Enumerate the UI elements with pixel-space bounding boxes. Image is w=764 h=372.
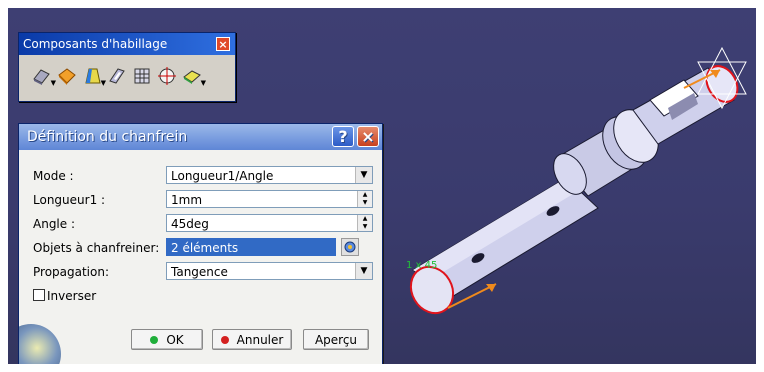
help-icon: ?	[338, 127, 348, 146]
length-spinner-icon[interactable]: ▲ ▼	[357, 191, 372, 207]
mode-value: Longueur1/Angle	[171, 169, 274, 183]
thread-icon	[158, 67, 176, 85]
thickness-button[interactable]	[131, 65, 153, 87]
chevron-down-icon[interactable]: ▼	[355, 263, 372, 279]
shell-icon	[109, 68, 125, 84]
shell-button[interactable]	[106, 65, 128, 87]
green-dot-icon	[150, 336, 159, 344]
cancel-button[interactable]: Annuler	[212, 329, 292, 350]
propagation-dropdown[interactable]: Tangence ▼	[166, 262, 373, 280]
length-input[interactable]: 1mm ▲ ▼	[166, 190, 373, 208]
propagation-label: Propagation:	[33, 265, 110, 279]
help-button[interactable]: ?	[332, 126, 354, 147]
dialog-title: Définition du chanfrein	[27, 129, 188, 145]
dimension-label: 1 x 45	[406, 260, 438, 271]
preview-button[interactable]: Aperçu	[303, 329, 369, 350]
toolbar-close-button[interactable]: ×	[216, 37, 230, 51]
preview-label: Aperçu	[314, 333, 358, 347]
mode-dropdown[interactable]: Longueur1/Angle ▼	[166, 166, 373, 184]
objects-label: Objets à chanfreiner:	[33, 241, 160, 255]
length-label: Longueur1 :	[33, 193, 106, 207]
close-icon: ×	[218, 38, 228, 51]
length-value: 1mm	[171, 193, 203, 207]
fillet-button[interactable]: ▼	[31, 65, 56, 87]
inverse-row[interactable]: Inverser	[33, 286, 153, 306]
dress-up-toolbar[interactable]: Composants d'habillage × ▼ ▼ ▼	[18, 32, 236, 102]
selection-list-icon	[344, 241, 356, 253]
ok-label: OK	[166, 333, 184, 347]
propagation-value: Tangence	[171, 265, 228, 279]
globe-logo	[19, 324, 61, 364]
toolbar-titlebar[interactable]: Composants d'habillage ×	[19, 33, 235, 55]
selection-list-button[interactable]	[341, 238, 359, 256]
toolbar-icons: ▼ ▼ ▼	[19, 55, 235, 87]
chamfer-definition-dialog[interactable]: Définition du chanfrein ? × Mode : Longu…	[18, 123, 383, 364]
chevron-down-icon[interactable]: ▼	[355, 167, 372, 183]
ok-button[interactable]: OK	[131, 329, 203, 350]
red-dot-icon	[220, 336, 229, 344]
angle-label: Angle :	[33, 217, 76, 231]
3d-viewport[interactable]: 1 x 45 Composants d'habillage × ▼ ▼ ▼ Dé…	[8, 8, 756, 364]
toolbar-title: Composants d'habillage	[23, 37, 168, 51]
dialog-close-button[interactable]: ×	[357, 126, 379, 147]
thread-button[interactable]	[156, 65, 178, 87]
chamfer-button[interactable]	[56, 65, 78, 87]
close-icon: ×	[361, 127, 375, 146]
draft-button[interactable]: ▼	[81, 65, 106, 87]
remove-face-button[interactable]: ▼	[181, 65, 206, 87]
chamfer-icon	[58, 68, 76, 85]
dialog-titlebar[interactable]: Définition du chanfrein ? ×	[19, 124, 382, 150]
cancel-label: Annuler	[236, 333, 284, 347]
angle-input[interactable]: 45deg ▲ ▼	[166, 214, 373, 232]
inverse-checkbox[interactable]	[33, 289, 45, 301]
inverse-label: Inverser	[47, 289, 97, 303]
mode-label: Mode :	[33, 169, 74, 183]
angle-spinner-icon[interactable]: ▲ ▼	[357, 215, 372, 231]
objects-field[interactable]: 2 éléments	[166, 238, 336, 256]
thickness-icon	[134, 68, 150, 84]
angle-value: 45deg	[171, 217, 209, 231]
objects-value: 2 éléments	[171, 241, 239, 255]
